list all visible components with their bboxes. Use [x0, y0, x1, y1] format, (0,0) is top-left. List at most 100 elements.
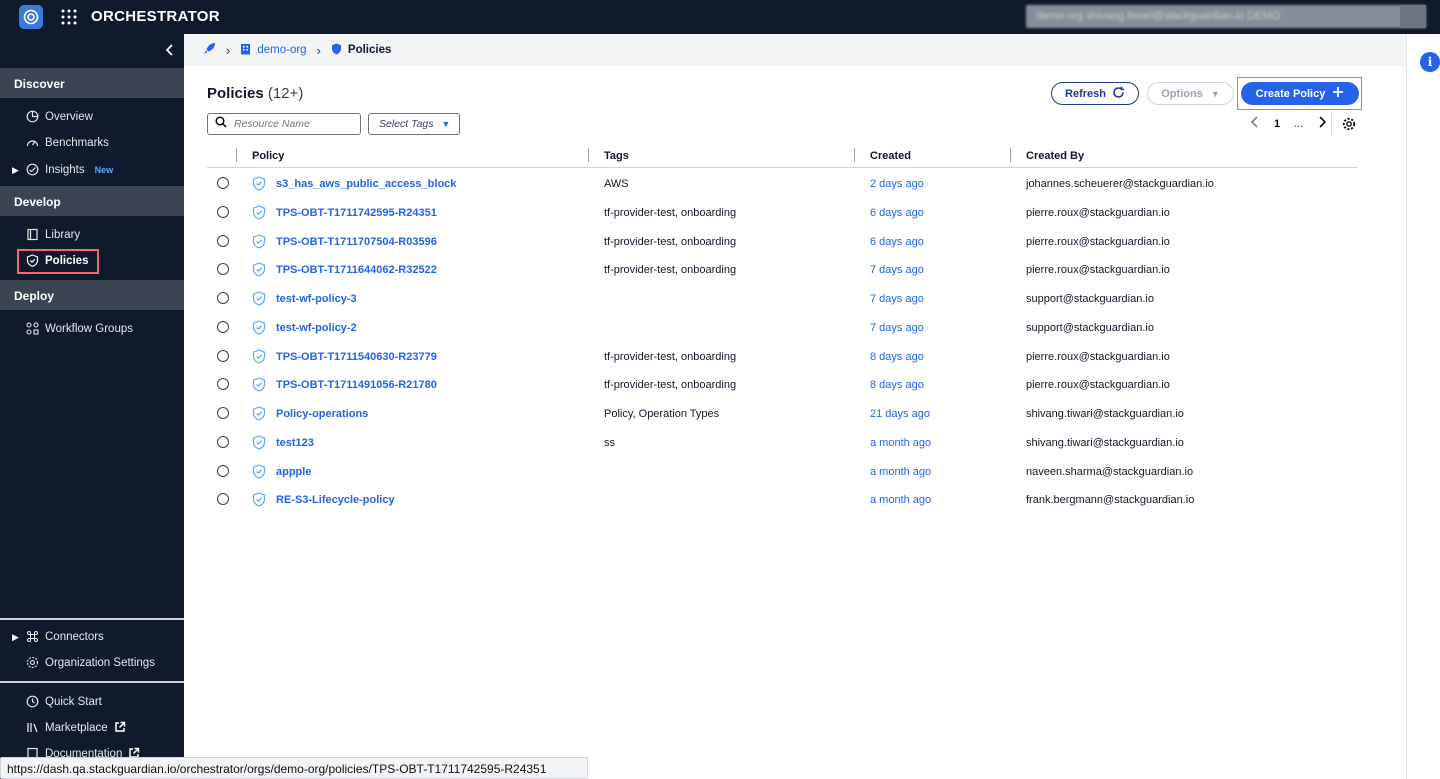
row-radio[interactable]: [217, 493, 229, 506]
select-tags-dropdown[interactable]: Select Tags ▼: [368, 113, 460, 135]
policy-name-link[interactable]: test-wf-policy-3: [276, 293, 357, 305]
refresh-button[interactable]: Refresh: [1051, 82, 1139, 105]
policy-name-link[interactable]: TPS-OBT-T1711540630-R23779: [276, 351, 437, 363]
column-separator: [1010, 148, 1011, 162]
refresh-icon: [1112, 86, 1125, 102]
policy-shield-icon: [252, 320, 266, 335]
policy-name-link[interactable]: TPS-OBT-T1711742595-R24351: [276, 207, 437, 219]
sidebar-item-organization-settings[interactable]: Organization Settings: [26, 656, 155, 669]
marketplace-icon: [26, 721, 39, 734]
policy-shield-icon: [252, 233, 266, 249]
search-icon: [215, 115, 227, 133]
main-content: › demo-org › Policies Policies (12+) Ref…: [184, 34, 1406, 779]
column-header-policy[interactable]: Policy: [252, 150, 284, 162]
sidebar-item-connectors[interactable]: Connectors: [26, 630, 104, 643]
policies-count: (12+): [267, 85, 304, 102]
table-row[interactable]: TPS-OBT-T1711540630-R23779 tf-provider-te…: [207, 343, 1358, 372]
policy-name-link[interactable]: TPS-OBT-T1711491056-R21780: [276, 379, 437, 391]
row-radio[interactable]: [217, 263, 229, 276]
pagination-divider: [1331, 113, 1332, 135]
row-radio[interactable]: [217, 320, 229, 333]
sidebar: Discover Overview Benchmarks ▶ Insights …: [0, 34, 184, 779]
command-icon: [26, 630, 39, 643]
table-row[interactable]: TPS-OBT-T1711742595-R24351 tf-provider-te…: [207, 199, 1358, 228]
app-logo-icon[interactable]: [19, 5, 43, 29]
chevron-left-icon[interactable]: [1250, 116, 1260, 131]
sidebar-item-workflow-groups[interactable]: Workflow Groups: [26, 322, 133, 335]
column-header-tags[interactable]: Tags: [604, 150, 629, 162]
table-row[interactable]: appple a month ago naveen.sharma@stackguar…: [207, 458, 1358, 487]
table-row[interactable]: TPS-OBT-T1711707504-R03596 tf-provider-te…: [207, 228, 1358, 257]
app-grid-icon[interactable]: [60, 8, 78, 26]
policy-name-link[interactable]: RE-S3-Lifecycle-policy: [276, 494, 395, 506]
table-row[interactable]: TPS-OBT-T1711491056-R21780 tf-provider-te…: [207, 371, 1358, 400]
collapse-sidebar-icon[interactable]: [162, 42, 178, 58]
gear-icon[interactable]: [1342, 117, 1356, 131]
row-radio[interactable]: [217, 292, 229, 304]
policy-name-link[interactable]: test-wf-policy-2: [276, 322, 357, 334]
policy-created-by: pierre.roux@stackguardian.io: [1026, 235, 1170, 248]
chevron-right-icon[interactable]: [1317, 116, 1327, 131]
table-row[interactable]: Policy-operations Policy, Operation Types…: [207, 400, 1358, 429]
user-menu-toggle[interactable]: [1400, 5, 1426, 28]
table-row[interactable]: test-wf-policy-3 7 days ago support@stackg…: [207, 285, 1358, 314]
sidebar-divider: [0, 681, 184, 683]
table-row[interactable]: RE-S3-Lifecycle-policy a month ago frank.b…: [207, 486, 1358, 515]
row-radio[interactable]: [217, 234, 229, 247]
book-icon: [26, 228, 39, 241]
policy-name-link[interactable]: Policy-operations: [276, 408, 368, 420]
top-bar: ORCHESTRATOR demo-org shivang.tiwari@sta…: [0, 0, 1440, 34]
row-radio[interactable]: [217, 407, 229, 419]
policy-shield-icon: [252, 463, 266, 479]
policy-name-link[interactable]: TPS-OBT-T1711644062-R32522: [276, 264, 437, 276]
row-radio[interactable]: [217, 177, 229, 189]
column-header-created[interactable]: Created: [870, 150, 911, 162]
policy-shield-icon: [252, 291, 266, 306]
resource-name-input[interactable]: [234, 118, 354, 130]
create-policy-button[interactable]: Create Policy: [1241, 82, 1359, 105]
policy-name-link[interactable]: test123: [276, 437, 314, 449]
page-title-text: Policies: [207, 85, 264, 102]
row-radio[interactable]: [217, 435, 229, 448]
column-header-created-by[interactable]: Created By: [1026, 150, 1084, 162]
page-number[interactable]: 1: [1274, 118, 1280, 130]
row-radio[interactable]: [217, 378, 229, 391]
sidebar-item-benchmarks[interactable]: Benchmarks: [26, 136, 109, 149]
sidebar-item-library[interactable]: Library: [26, 228, 80, 241]
sidebar-item-overview[interactable]: Overview: [26, 110, 93, 123]
sidebar-item-marketplace[interactable]: Marketplace: [26, 721, 127, 734]
policy-created: a month ago: [870, 465, 932, 478]
table-row[interactable]: test123 ss a month ago shivang.tiwari@stack…: [207, 429, 1358, 458]
sidebar-item-label: Connectors: [45, 630, 104, 643]
sidebar-item-quick-start[interactable]: Quick Start: [26, 695, 102, 708]
row-radio[interactable]: [217, 464, 229, 477]
sidebar-item-insights[interactable]: Insights New: [26, 163, 113, 176]
policy-name-link[interactable]: TPS-OBT-T1711707504-R03596: [276, 236, 437, 248]
expand-insights-icon[interactable]: ▶: [12, 165, 19, 176]
policy-name-link[interactable]: s3_has_aws_public_access_block: [276, 178, 456, 190]
user-account-menu[interactable]: demo-org shivang.tiwari@stackguardian.io…: [1026, 5, 1426, 28]
table-row[interactable]: s3_has_aws_public_access_block AWS 2 days …: [207, 170, 1358, 199]
sidebar-item-label: Workflow Groups: [45, 322, 133, 335]
table-row[interactable]: test-wf-policy-2 7 days ago support@stackg…: [207, 314, 1358, 343]
policy-created: 2 days ago: [870, 178, 924, 190]
breadcrumb-org[interactable]: demo-org: [257, 44, 306, 56]
sidebar-item-label: Overview: [45, 110, 93, 123]
policy-created: 8 days ago: [870, 379, 924, 392]
policy-name-link[interactable]: appple: [276, 466, 311, 478]
breadcrumb: › demo-org › Policies: [184, 34, 1406, 66]
table-row[interactable]: TPS-OBT-T1711644062-R32522 tf-provider-te…: [207, 256, 1358, 285]
expand-connectors-icon[interactable]: ▶: [12, 632, 19, 643]
policy-created: 6 days ago: [870, 235, 924, 248]
section-develop: Develop: [0, 186, 184, 216]
select-tags-label: Select Tags: [379, 118, 434, 130]
options-dropdown[interactable]: Options ▼: [1147, 82, 1234, 105]
page-ellipsis[interactable]: ...: [1294, 118, 1303, 130]
info-icon[interactable]: i: [1420, 52, 1440, 72]
rocket-icon[interactable]: [203, 42, 216, 58]
breadcrumb-separator: ›: [316, 42, 321, 58]
policy-created-by: pierre.roux@stackguardian.io: [1026, 379, 1170, 392]
row-radio[interactable]: [217, 349, 229, 362]
row-radio[interactable]: [217, 205, 229, 218]
policy-shield-icon: [252, 176, 266, 191]
